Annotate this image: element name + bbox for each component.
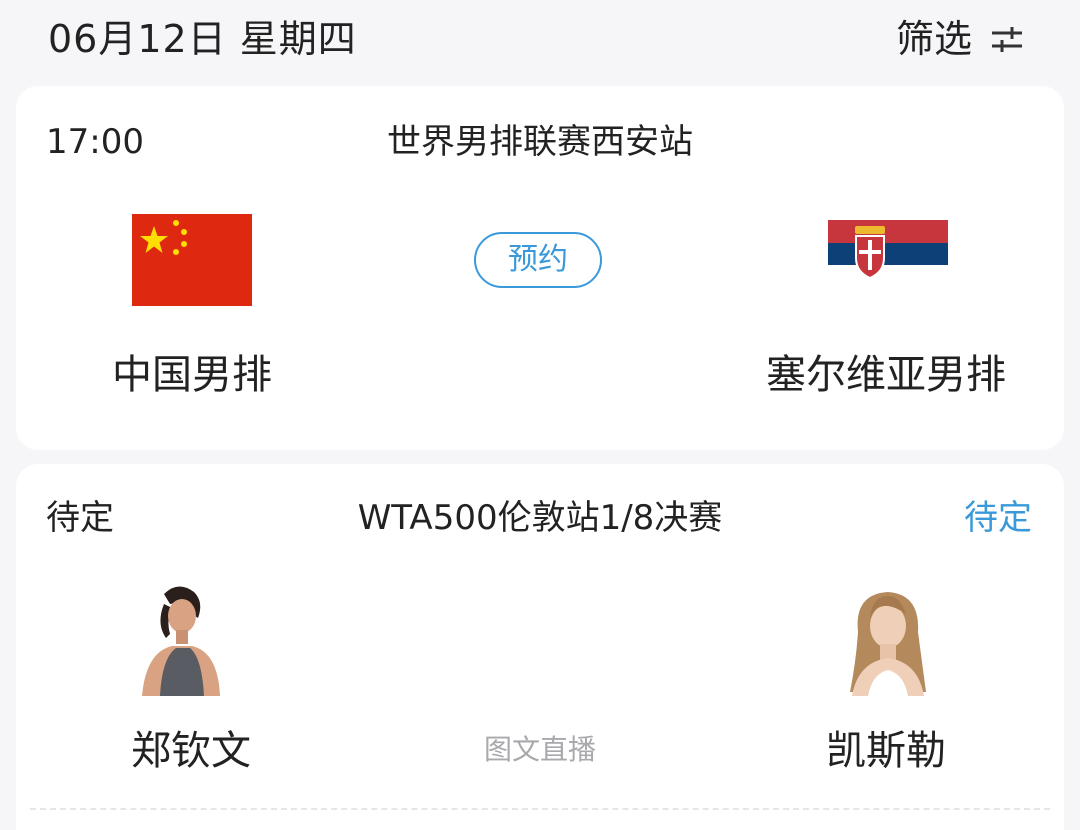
home-team-name: 中国男排 (112, 352, 272, 398)
sliders-icon (990, 24, 1024, 54)
filter-button[interactable]: 筛选 (896, 14, 1024, 64)
away-team-name: 塞尔维亚男排 (766, 352, 1006, 398)
date-label: 06月12日 星期四 (48, 17, 357, 61)
event-title: 世界男排联赛西安站 (387, 122, 693, 162)
china-flag-icon (132, 214, 252, 306)
reserve-button[interactable]: 预约 (474, 232, 602, 288)
serbia-flag-icon (828, 220, 948, 288)
filter-label: 筛选 (895, 17, 972, 61)
away-player-name: 凯斯勒 (826, 728, 946, 774)
divider (30, 808, 1050, 810)
event-title: WTA500伦敦站1/8决赛 (357, 498, 723, 538)
player-photo (134, 580, 220, 696)
player-photo (840, 584, 936, 696)
match-status: 待定 (964, 498, 1032, 538)
match-card[interactable]: 17:00 世界男排联赛西安站 预约 中国男排 塞尔维亚男排 (16, 86, 1064, 450)
top-bar: 06月12日 星期四 筛选 (0, 0, 1080, 82)
match-card[interactable]: 待定 WTA500伦敦站1/8决赛 待定 郑钦文 图文直播 凯斯勒 (16, 464, 1064, 830)
